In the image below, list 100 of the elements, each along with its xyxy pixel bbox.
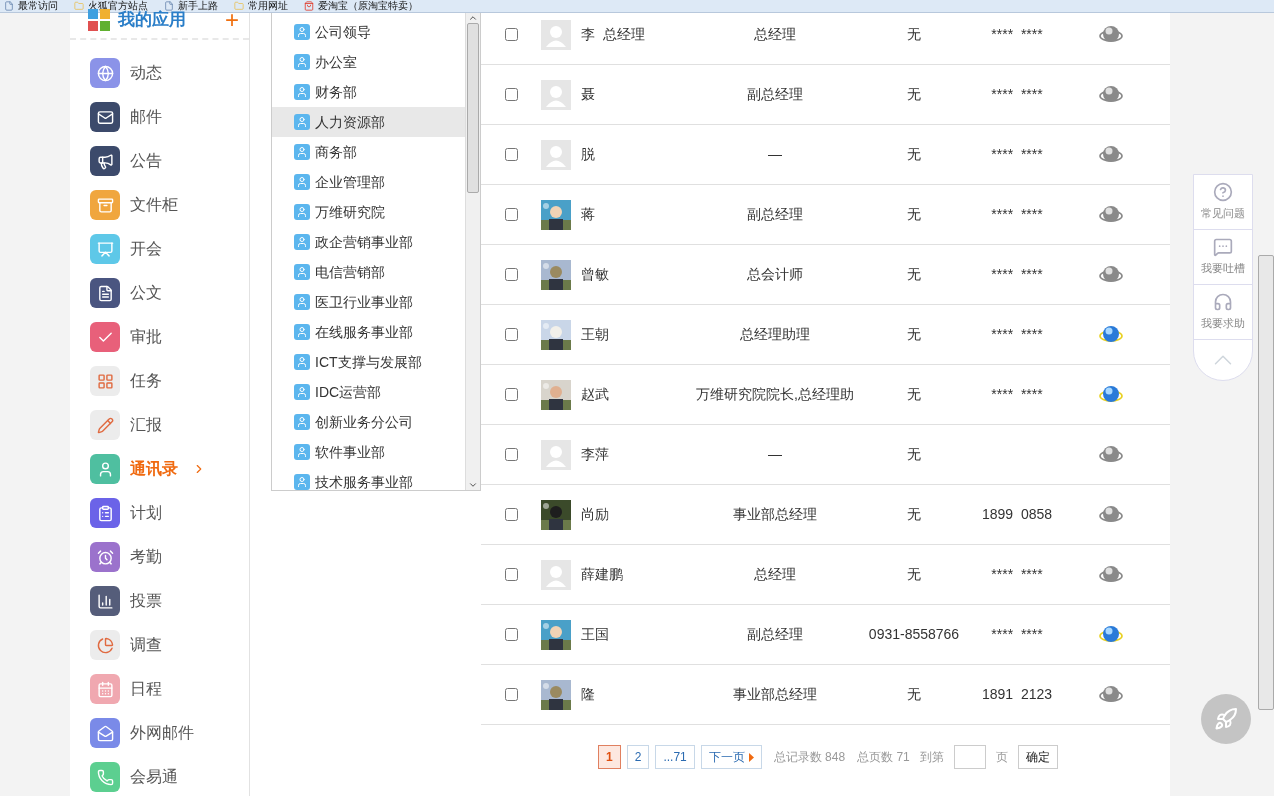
row-checkbox[interactable]	[505, 448, 518, 461]
mobile-phone: **** ****	[991, 326, 1043, 342]
row-checkbox[interactable]	[505, 568, 518, 581]
list-scrollbar[interactable]	[465, 13, 480, 490]
department-item[interactable]: 商务部	[272, 137, 465, 167]
job-title: 总会计师	[746, 265, 804, 284]
department-item[interactable]: 电信营销部	[272, 257, 465, 287]
person-icon	[294, 294, 310, 310]
row-checkbox[interactable]	[505, 388, 518, 401]
row-checkbox[interactable]	[505, 148, 518, 161]
page-icon	[4, 1, 14, 11]
scroll-down-icon[interactable]	[468, 480, 478, 490]
sidebar-item[interactable]: 日程	[70, 667, 249, 711]
sidebar-item[interactable]: 动态	[70, 51, 249, 95]
department-item[interactable]: 政企营销事业部	[272, 227, 465, 257]
sidebar-item[interactable]: 汇报	[70, 403, 249, 447]
sidebar-item[interactable]: 公文	[70, 271, 249, 315]
grid-icon	[96, 372, 114, 390]
mobile-phone: **** ****	[991, 566, 1043, 582]
office-phone: 无	[906, 505, 922, 524]
person-icon	[294, 144, 310, 160]
phone-icon	[96, 768, 114, 786]
person-icon	[294, 384, 310, 400]
sidebar-item[interactable]: 投票	[70, 579, 249, 623]
help-item[interactable]: 我要吐槽	[1194, 230, 1252, 285]
help-item[interactable]: 常见问题	[1194, 175, 1252, 230]
person-icon	[294, 414, 310, 430]
mobile-phone: **** ****	[991, 26, 1043, 42]
row-checkbox[interactable]	[505, 28, 518, 41]
page-button[interactable]: 2	[626, 745, 650, 769]
page-scrollbar[interactable]	[1258, 255, 1274, 710]
sidebar-item[interactable]: 计划	[70, 491, 249, 535]
department-item[interactable]: 办公室	[272, 47, 465, 77]
person-icon	[294, 114, 310, 130]
pencil-icon	[96, 416, 114, 434]
job-title: 事业部总经理	[732, 505, 818, 524]
person-icon	[294, 54, 310, 70]
bookmark-link[interactable]: 常用网址	[234, 1, 288, 11]
scroll-thumb[interactable]	[467, 23, 479, 193]
department-item[interactable]: 创新业务分公司	[272, 407, 465, 437]
mobile-phone: **** ****	[991, 86, 1043, 102]
department-item[interactable]: 在线服务事业部	[272, 317, 465, 347]
job-title: 万维研究院院长,总经理助	[695, 385, 855, 404]
sidebar-item[interactable]: 任务	[70, 359, 249, 403]
sidebar-item[interactable]: 邮件	[70, 95, 249, 139]
sidebar-item[interactable]: 考勤	[70, 535, 249, 579]
department-item[interactable]: 技术服务事业部	[272, 467, 465, 490]
confirm-button[interactable]: 确定	[1017, 745, 1058, 769]
office-phone: 无	[906, 265, 922, 284]
sidebar-item[interactable]: 文件柜	[70, 183, 249, 227]
sidebar-item[interactable]: 外网邮件	[70, 711, 249, 755]
department-item[interactable]: 万维研究院	[272, 197, 465, 227]
pie-chart-icon	[96, 636, 114, 654]
folder-icon	[234, 1, 244, 11]
row-checkbox[interactable]	[505, 268, 518, 281]
department-item[interactable]: ICT支撑与发展部	[272, 347, 465, 377]
row-checkbox[interactable]	[505, 508, 518, 521]
row-checkbox[interactable]	[505, 628, 518, 641]
person-icon	[294, 234, 310, 250]
mobile-phone: 1891 2123	[981, 686, 1053, 702]
person-icon	[294, 84, 310, 100]
department-item[interactable]: 企业管理部	[272, 167, 465, 197]
scroll-up-icon[interactable]	[468, 13, 478, 23]
sidebar-item[interactable]: 开会	[70, 227, 249, 271]
row-checkbox[interactable]	[505, 688, 518, 701]
sidebar-item[interactable]: 公告	[70, 139, 249, 183]
bookmark-link[interactable]: 最常访问	[4, 1, 58, 11]
person-icon	[294, 264, 310, 280]
department-item[interactable]: 公司领导	[272, 17, 465, 47]
person-icon	[294, 24, 310, 40]
chat-bubble-icon	[1213, 237, 1233, 258]
next-page-button[interactable]: 下一页	[700, 745, 762, 769]
row-checkbox[interactable]	[505, 208, 518, 221]
page-icon	[164, 1, 174, 11]
envelope-icon	[96, 724, 114, 742]
department-item[interactable]: IDC运营部	[272, 377, 465, 407]
department-item[interactable]: 医卫行业事业部	[272, 287, 465, 317]
office-phone: 无	[906, 25, 922, 44]
bookmark-link[interactable]: 新手上路	[164, 1, 218, 11]
page-input[interactable]	[953, 745, 986, 769]
page-button[interactable]: ...71	[655, 745, 695, 769]
calendar-icon	[96, 680, 114, 698]
help-item[interactable]: 我要求助	[1194, 285, 1252, 340]
sidebar-item[interactable]: 会易通	[70, 755, 249, 796]
help-icon	[1213, 182, 1233, 203]
office-phone: 无	[906, 565, 922, 584]
row-checkbox[interactable]	[505, 328, 518, 341]
sidebar-item[interactable]: 审批	[70, 315, 249, 359]
page-unit: 页	[995, 749, 1008, 766]
triangle-icon	[748, 752, 754, 762]
contact-name: 脱	[580, 145, 596, 164]
row-checkbox[interactable]	[505, 88, 518, 101]
contact-name: 王国	[580, 625, 610, 644]
sidebar-item[interactable]: 调查	[70, 623, 249, 667]
bookmark-link[interactable]: 爱淘宝（原淘宝特卖）	[304, 1, 418, 11]
department-item[interactable]: 财务部	[272, 77, 465, 107]
department-item[interactable]: 软件事业部	[272, 437, 465, 467]
department-item[interactable]: 人力资源部	[272, 107, 465, 137]
person-icon	[294, 354, 310, 370]
office-phone: 0931-8558766	[867, 625, 961, 644]
